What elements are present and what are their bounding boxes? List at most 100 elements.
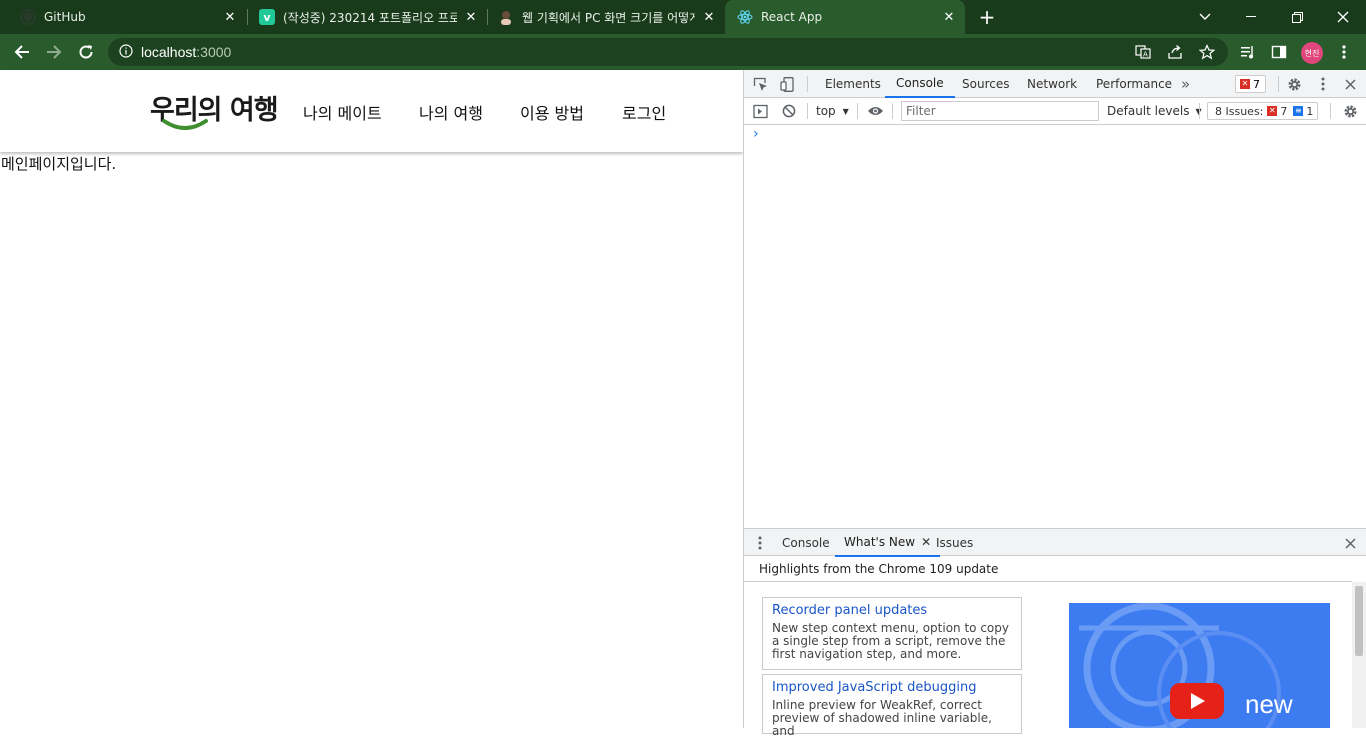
url-port: :3000	[196, 44, 232, 60]
issues-info-count: 1	[1306, 104, 1314, 118]
error-icon: ✕	[1267, 106, 1278, 116]
nav-login[interactable]: 로그인	[622, 100, 666, 124]
react-icon	[737, 9, 753, 25]
device-toolbar-icon[interactable]	[779, 76, 795, 92]
translate-icon[interactable]: A	[1135, 44, 1151, 64]
tab-title: React App	[761, 10, 823, 24]
browser-tab-blog[interactable]: 웹 기획에서 PC 화면 크기를 어떻게 ✕	[478, 0, 725, 34]
tab-title: 웹 기획에서 PC 화면 크기를 어떻게	[522, 10, 695, 25]
console-toolbar: top ▼ Default levels ▼ 8 Issues: ✕7 ≡1	[744, 98, 1366, 125]
card-title-link[interactable]: Recorder panel updates	[772, 603, 1012, 618]
url-host: localhost	[141, 44, 197, 60]
whats-new-header: Highlights from the Chrome 109 update	[744, 556, 1352, 582]
restore-button[interactable]	[1274, 0, 1320, 34]
page-viewport: 우리의 여행 나의 메이트 나의 여행 이용 방법 로그인 메인페이지입니다.	[0, 70, 743, 728]
forward-arrow-icon[interactable]	[42, 40, 66, 64]
browser-tab-velog[interactable]: v (작성중) 230214 포트폴리오 프로 ✕	[239, 0, 487, 34]
scrollbar-thumb[interactable]	[1355, 586, 1363, 656]
devtools-tab-performance[interactable]: Performance	[1096, 70, 1172, 98]
play-icon	[1191, 693, 1205, 709]
console-filter-input[interactable]	[901, 101, 1099, 121]
profile-avatar[interactable]: 현진	[1301, 42, 1323, 64]
devtools-panel: Elements Console Sources Network Perform…	[743, 70, 1366, 738]
whats-new-scrollbar[interactable]	[1352, 582, 1366, 728]
bookmark-star-icon[interactable]	[1198, 44, 1216, 64]
devtools-tab-console[interactable]: Console	[885, 70, 955, 98]
tab-search-chevron-icon[interactable]	[1182, 0, 1228, 34]
show-sidebar-icon[interactable]	[752, 103, 768, 119]
dropdown-arrow-icon: ▼	[842, 106, 849, 116]
drawer-tab-whats-new[interactable]: What's New ✕	[835, 529, 941, 557]
close-tab-icon[interactable]: ✕	[701, 9, 717, 25]
live-expression-eye-icon[interactable]	[866, 103, 884, 119]
close-devtools-icon[interactable]	[1342, 76, 1358, 92]
issues-label: 8 Issues:	[1215, 104, 1264, 118]
close-tab-icon[interactable]: ✕	[222, 9, 238, 25]
devtools-tab-elements[interactable]: Elements	[825, 70, 881, 98]
settings-gear-icon[interactable]	[1286, 76, 1302, 92]
console-settings-gear-icon[interactable]	[1342, 103, 1358, 119]
whats-new-card[interactable]: Improved JavaScript debugging Inline pre…	[762, 674, 1022, 738]
reload-icon[interactable]	[74, 40, 98, 64]
card-description: New step context menu, option to copy a …	[772, 621, 1009, 661]
address-bar[interactable]: localhost:3000 A	[108, 38, 1228, 66]
side-panel-icon[interactable]	[1267, 40, 1291, 64]
browser-tab-github[interactable]: GitHub ✕	[0, 0, 246, 34]
minimize-button[interactable]	[1228, 0, 1274, 34]
error-count-badge[interactable]: ✕ 7	[1235, 75, 1266, 93]
youtube-play-button[interactable]	[1170, 683, 1224, 719]
browser-menu-icon[interactable]	[1332, 40, 1356, 64]
browser-tab-react-app[interactable]: React App ✕	[725, 0, 965, 34]
drawer-tab-label: What's New	[844, 535, 916, 549]
site-header: 우리의 여행 나의 메이트 나의 여행 이용 방법 로그인	[0, 70, 743, 152]
inspect-element-icon[interactable]	[752, 76, 768, 92]
video-caption-text: new	[1245, 689, 1293, 719]
context-value: top	[816, 104, 836, 118]
drawer-tab-issues[interactable]: Issues	[936, 529, 973, 557]
blog-icon	[498, 9, 514, 25]
main-page-text: 메인페이지입니다.	[1, 155, 117, 173]
devtools-menu-icon[interactable]	[1315, 76, 1331, 92]
media-controls-icon[interactable]	[1236, 40, 1260, 64]
drawer-menu-icon[interactable]	[754, 535, 766, 551]
clear-console-icon[interactable]	[781, 103, 797, 119]
share-icon[interactable]	[1167, 44, 1183, 64]
tab-title: (작성중) 230214 포트폴리오 프로	[283, 10, 457, 25]
svg-text:A: A	[1143, 51, 1148, 59]
browser-toolbar: localhost:3000 A 현진	[0, 34, 1366, 70]
close-tab-icon[interactable]: ✕	[463, 9, 479, 25]
new-tab-button[interactable]: +	[975, 5, 999, 29]
drawer-tab-bar: Console What's New ✕ Issues	[744, 528, 1366, 557]
close-window-button[interactable]	[1320, 0, 1366, 34]
tab-title: GitHub	[44, 10, 86, 24]
log-levels-dropdown[interactable]: Default levels ▼	[1107, 103, 1202, 119]
close-tab-icon[interactable]: ✕	[941, 9, 957, 25]
drawer-tab-console[interactable]: Console	[782, 529, 830, 557]
card-title-link[interactable]: Improved JavaScript debugging	[772, 680, 1012, 695]
nav-how-to-use[interactable]: 이용 방법	[520, 100, 584, 124]
devtools-tab-bar: Elements Console Sources Network Perform…	[744, 70, 1366, 98]
browser-tab-strip: GitHub ✕ v (작성중) 230214 포트폴리오 프로 ✕ 웹 기획에…	[0, 0, 1366, 34]
velog-icon: v	[259, 9, 275, 25]
devtools-tab-sources[interactable]: Sources	[962, 70, 1009, 98]
whats-new-video-thumbnail[interactable]: new	[1069, 603, 1330, 728]
card-description: Inline preview for WeakRef, correct prev…	[772, 698, 992, 738]
issues-badge[interactable]: 8 Issues: ✕ 7 ≡ 1	[1207, 102, 1319, 120]
whats-new-card[interactable]: Recorder panel updates New step context …	[762, 597, 1022, 670]
close-tab-icon[interactable]: ✕	[921, 535, 931, 549]
nav-my-mate[interactable]: 나의 메이트	[303, 100, 382, 124]
devtools-tab-network[interactable]: Network	[1027, 70, 1077, 98]
back-arrow-icon[interactable]	[10, 40, 34, 64]
github-icon	[20, 9, 36, 25]
error-icon: ✕	[1240, 79, 1250, 89]
issues-error-count: 7	[1280, 104, 1288, 118]
site-logo[interactable]: 우리의 여행	[150, 88, 290, 132]
more-tabs-icon[interactable]: »	[1181, 70, 1190, 98]
nav-my-trip[interactable]: 나의 여행	[419, 100, 483, 124]
context-selector[interactable]: top ▼	[816, 103, 849, 119]
console-output-area[interactable]	[744, 144, 1366, 528]
close-drawer-icon[interactable]	[1342, 535, 1358, 551]
log-levels-value: Default levels	[1107, 104, 1190, 118]
console-prompt-icon[interactable]: ›	[753, 126, 759, 142]
site-info-icon[interactable]	[119, 43, 133, 62]
